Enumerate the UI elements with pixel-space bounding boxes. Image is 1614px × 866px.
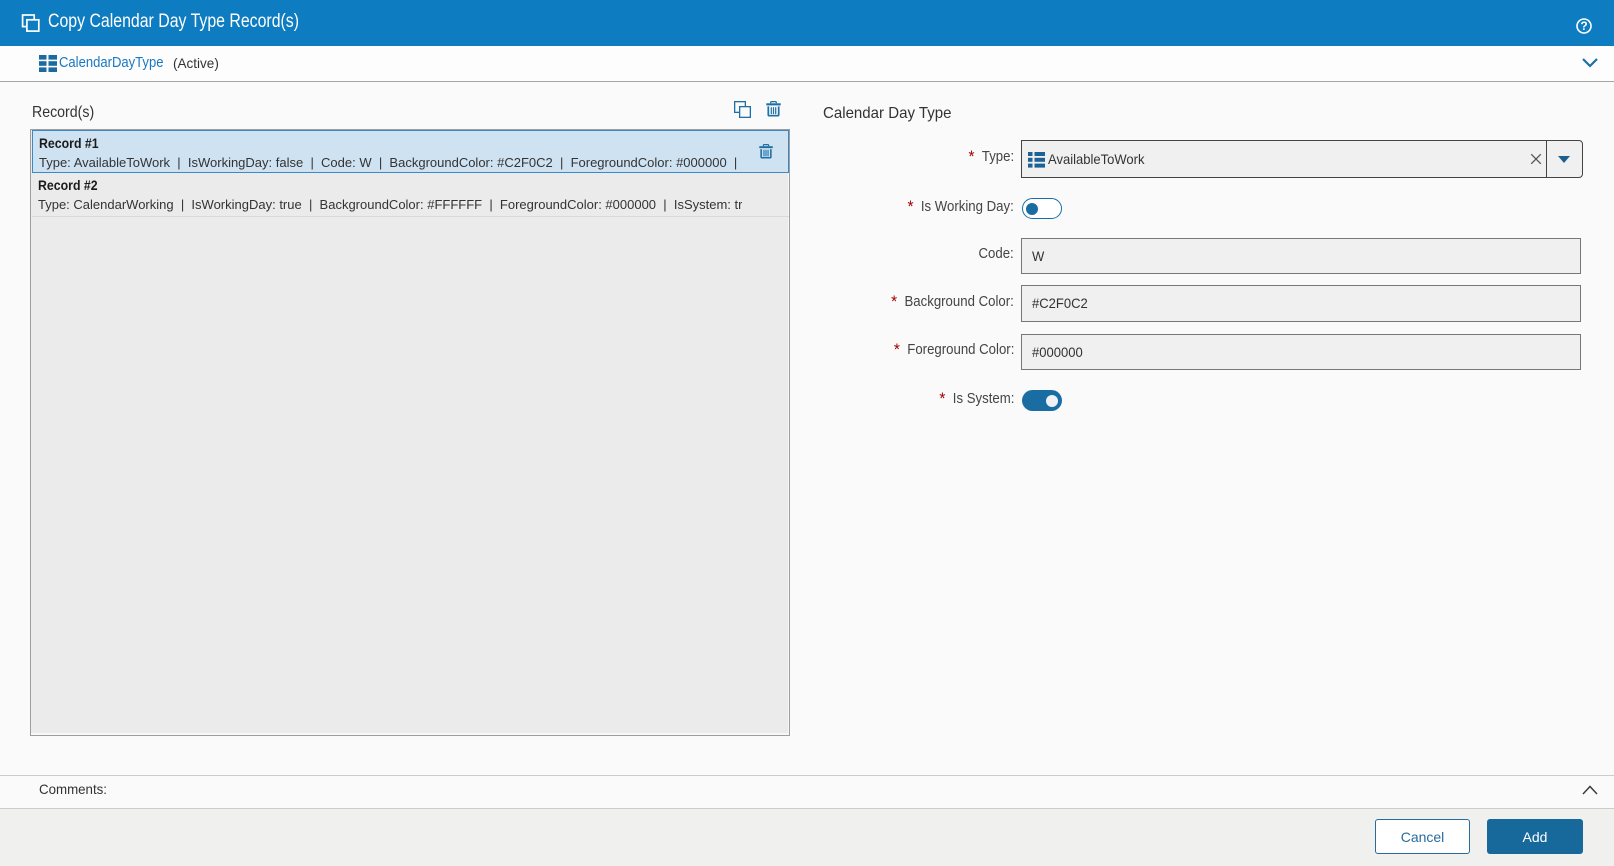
svg-text:?: ? [1580,19,1587,33]
